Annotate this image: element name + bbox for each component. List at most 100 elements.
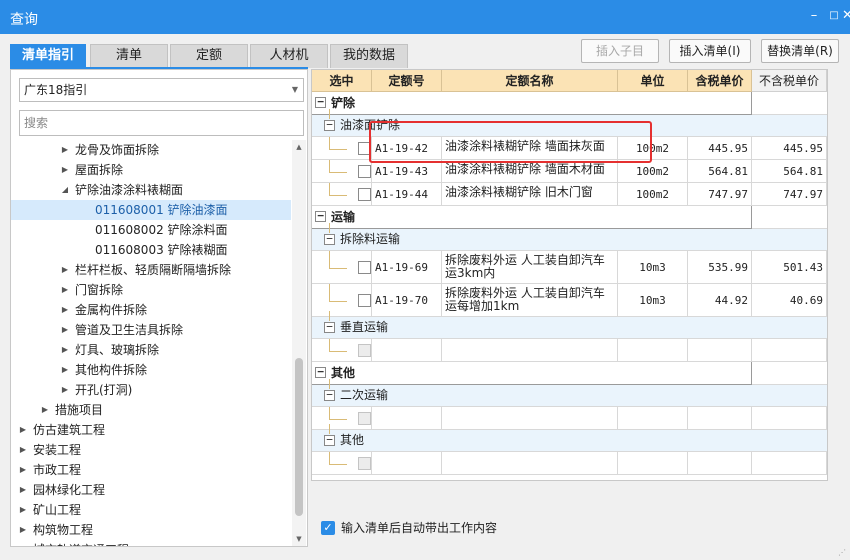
resize-grip-icon[interactable]: ⋰ [838,548,848,558]
select-cell[interactable] [312,160,372,183]
collapse-icon[interactable]: − [324,119,335,131]
tree-item[interactable]: ▶ 门窗拆除 [11,280,291,300]
collapsed-arrow-icon[interactable]: ▶ [17,420,29,440]
collapse-icon[interactable]: − [324,434,335,446]
collapsed-arrow-icon[interactable]: ▶ [59,260,71,280]
select-cell[interactable] [312,284,372,317]
row-checkbox[interactable] [358,165,371,178]
collapsed-arrow-icon[interactable]: ▶ [17,460,29,480]
tab-list-guide[interactable]: 清单指引 [10,44,86,68]
collapsed-arrow-icon[interactable]: ▶ [59,160,71,180]
collapsed-arrow-icon[interactable]: ▶ [59,320,71,340]
collapsed-arrow-icon[interactable]: ▶ [39,400,51,420]
collapse-icon[interactable]: − [324,233,335,245]
tab-quota[interactable]: 定额 [170,44,248,68]
scroll-up-icon[interactable]: ▲ [292,140,306,154]
tree-item[interactable]: 011608003 铲除裱糊面 [11,240,291,260]
table-row[interactable]: A1-19-43 油漆涂料裱糊铲除 墙面木材面 100m2 564.81 564.81 [312,160,827,183]
table-row[interactable]: A1-19-70 拆除废料外运 人工装自卸汽车运每增加1km 10m3 44.92 40… [312,284,827,317]
auto-content-checkbox[interactable]: ✓ [321,521,335,535]
tree-item[interactable]: ▶ 栏杆栏板、轻质隔断隔墙拆除 [11,260,291,280]
tab-labor-material[interactable]: 人材机 [250,44,328,68]
tree-item[interactable]: ▶ 屋面拆除 [11,160,291,180]
collapsed-arrow-icon[interactable]: ▶ [59,360,71,380]
collapsed-arrow-icon[interactable]: ▶ [17,540,29,546]
row-checkbox[interactable] [358,188,371,201]
empty-row[interactable] [312,407,827,430]
column-header[interactable]: 定额号 [372,70,442,92]
tree-scrollbar[interactable]: ▲ ▼ [292,140,306,546]
row-checkbox[interactable] [358,344,371,357]
tree-item[interactable]: 011608002 铲除涂料面 [11,220,291,240]
subgroup-row[interactable]: − 拆除料运输 [312,223,827,251]
subgroup-row[interactable]: − 二次运输 [312,379,827,407]
select-cell[interactable] [312,339,372,362]
close-icon[interactable]: ✕ [842,8,850,24]
row-checkbox[interactable] [358,457,371,470]
column-header[interactable]: 不含税单价 [752,70,827,92]
collapse-icon[interactable]: − [324,389,335,401]
collapse-icon[interactable]: − [315,366,326,378]
row-checkbox[interactable] [358,412,371,425]
tree-item[interactable]: ▶ 安装工程 [11,440,291,460]
collapse-icon[interactable]: − [324,321,335,333]
tab-list[interactable]: 清单 [90,44,168,68]
collapse-icon[interactable]: − [315,210,326,222]
scroll-thumb[interactable] [295,358,303,516]
tree-item[interactable]: ▶ 开孔(打洞) [11,380,291,400]
select-cell[interactable] [312,251,372,284]
empty-row[interactable] [312,452,827,475]
guide-select[interactable]: 广东18指引 ▼ [19,78,304,102]
tree-item[interactable]: ▶ 金属构件拆除 [11,300,291,320]
select-cell[interactable] [312,407,372,430]
tree-item[interactable]: 011608001 铲除油漆面 [11,200,291,220]
tree-item[interactable]: ◢ 铲除油漆涂料裱糊面 [11,180,291,200]
select-cell[interactable] [312,183,372,206]
table-row[interactable]: A1-19-69 拆除废料外运 人工装自卸汽车运3km内 10m3 535.99 501… [312,251,827,284]
collapsed-arrow-icon[interactable]: ▶ [59,380,71,400]
column-header[interactable]: 含税单价 [688,70,752,92]
group-row[interactable]: − 运输 [312,206,752,229]
tree-item[interactable]: ▶ 园林绿化工程 [11,480,291,500]
group-row[interactable]: − 铲除 [312,92,752,115]
collapse-icon[interactable]: − [315,96,326,108]
table-row[interactable]: A1-19-44 油漆涂料裱糊铲除 旧木门窗 100m2 747.97 747.97 [312,183,827,206]
minimize-icon[interactable]: – [806,8,822,24]
tree-item[interactable]: ▶ 措施项目 [11,400,291,420]
tree-item[interactable]: ▶ 城市轨道交通工程 [11,540,291,546]
scroll-down-icon[interactable]: ▼ [292,532,306,546]
column-header[interactable]: 选中 [312,70,372,92]
expanded-arrow-icon[interactable]: ◢ [59,180,71,200]
search-input[interactable] [19,110,304,136]
collapsed-arrow-icon[interactable]: ▶ [59,280,71,300]
select-cell[interactable] [312,452,372,475]
insert-list-button[interactable]: 插入清单(I) [669,39,751,63]
row-checkbox[interactable] [358,261,371,274]
tree-item[interactable]: ▶ 灯具、玻璃拆除 [11,340,291,360]
collapsed-arrow-icon[interactable]: ▶ [17,500,29,520]
collapsed-arrow-icon[interactable]: ▶ [59,340,71,360]
tab-my-data[interactable]: 我的数据 [330,44,408,68]
tree-item[interactable]: ▶ 矿山工程 [11,500,291,520]
tree-item[interactable]: ▶ 市政工程 [11,460,291,480]
maximize-icon[interactable]: □ [826,8,842,24]
tree-item[interactable]: ▶ 构筑物工程 [11,520,291,540]
collapsed-arrow-icon[interactable]: ▶ [17,440,29,460]
row-checkbox[interactable] [358,294,371,307]
column-header[interactable]: 单位 [618,70,688,92]
group-row[interactable]: − 其他 [312,362,752,385]
replace-list-button[interactable]: 替换清单(R) [761,39,839,63]
tree-item[interactable]: ▶ 龙骨及饰面拆除 [11,140,291,160]
collapsed-arrow-icon[interactable]: ▶ [17,480,29,500]
column-header[interactable]: 定额名称 [442,70,618,92]
tree-item[interactable]: ▶ 仿古建筑工程 [11,420,291,440]
subgroup-row[interactable]: − 其他 [312,424,827,452]
collapsed-arrow-icon[interactable]: ▶ [17,520,29,540]
tree-item[interactable]: ▶ 管道及卫生洁具拆除 [11,320,291,340]
empty-row[interactable] [312,339,827,362]
collapsed-arrow-icon[interactable]: ▶ [59,140,71,160]
subgroup-row[interactable]: − 垂直运输 [312,311,827,339]
tree-item[interactable]: ▶ 其他构件拆除 [11,360,291,380]
insert-child-button[interactable]: 插入子目 [581,39,659,63]
select-cell[interactable] [312,137,372,160]
